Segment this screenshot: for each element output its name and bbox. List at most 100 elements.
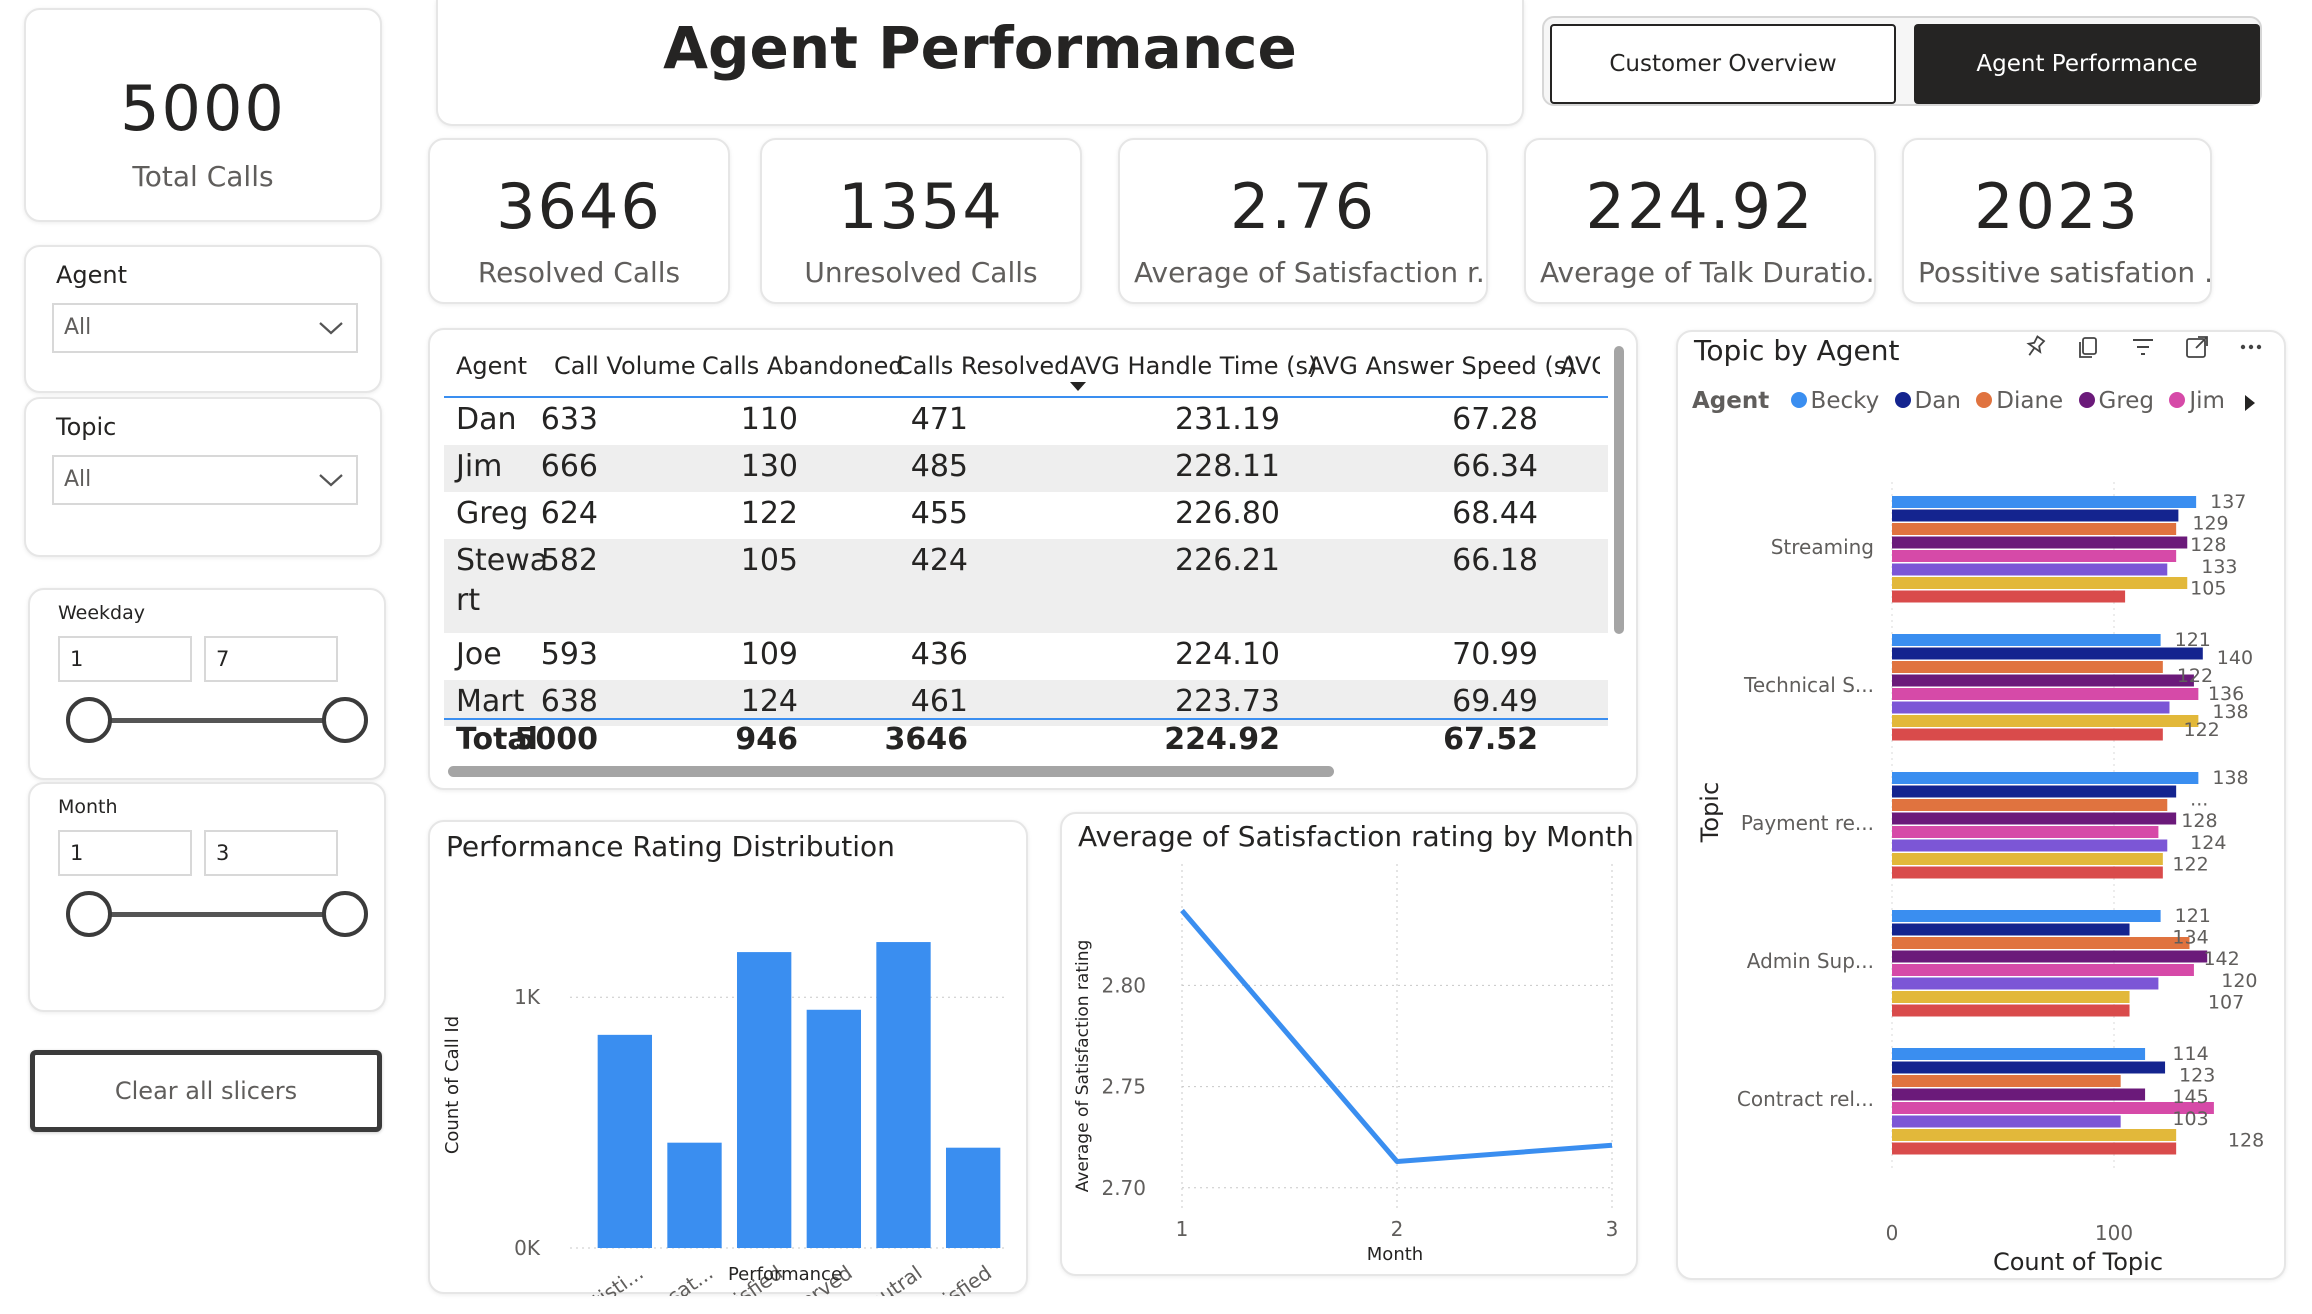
chevron-down-icon <box>319 322 343 335</box>
table-row[interactable]: Joe 593 109 436 224.10 70.99 <box>444 633 1608 680</box>
resolved-calls-card: 3646 Resolved Calls <box>428 138 730 304</box>
x-tick-label: 100 <box>2095 1221 2133 1245</box>
col-avg-answer-speed[interactable]: AVG Answer Speed (s) <box>1308 352 1576 380</box>
cell-agent: Jim <box>456 449 503 484</box>
table-row[interactable]: Stewa rt 582 105 424 226.21 66.18 <box>444 539 1608 633</box>
cell-volume: 593 <box>540 637 598 672</box>
bar <box>1892 812 2177 825</box>
col-calls-abandoned[interactable]: Calls Abandoned <box>702 352 904 380</box>
month-slider-min-handle[interactable] <box>66 891 112 937</box>
topic-chart-card: Topic by Agent Agent Becky Dan Diane Gre… <box>1676 330 2286 1280</box>
positive-satisfaction-label: Possitive satisfation ... <box>1918 256 2210 289</box>
weekday-slider-min-handle[interactable] <box>66 697 112 743</box>
data-label: 128 <box>2190 534 2226 556</box>
data-label: 142 <box>2203 948 2239 970</box>
month-slicer: Month 1 3 <box>28 782 386 1012</box>
month-min-value: 1 <box>70 841 84 865</box>
bar <box>597 1034 653 1248</box>
avg-talk-duration-card: 224.92 Average of Talk Duratio... <box>1524 138 1876 304</box>
data-label: 122 <box>2184 719 2220 741</box>
cell-volume: 624 <box>540 496 598 531</box>
weekday-min-value: 1 <box>70 647 84 671</box>
y-tick-label: Contract rel... <box>1737 1087 1874 1111</box>
bar <box>1892 1061 2166 1074</box>
bar <box>1892 977 2159 990</box>
bar <box>1892 1102 2214 1114</box>
topic-slicer: Topic All <box>24 397 382 557</box>
month-slider-max-handle[interactable] <box>322 891 368 937</box>
data-label: 123 <box>2179 1065 2215 1087</box>
weekday-slider-max-handle[interactable] <box>322 697 368 743</box>
bar <box>876 942 931 1248</box>
bar <box>1892 674 2194 687</box>
vertical-scrollbar[interactable] <box>1614 346 1624 634</box>
resolved-calls-label: Resolved Calls <box>477 256 681 289</box>
cell-resolved: 471 <box>910 402 968 437</box>
cell-agent: Joe <box>456 637 502 672</box>
cell-speed: 67.28 <box>1452 402 1538 437</box>
bar <box>1892 853 2163 865</box>
cell-speed: 69.49 <box>1452 684 1538 719</box>
horizontal-scrollbar[interactable] <box>448 766 1334 777</box>
weekday-slicer-title: Weekday <box>58 602 146 624</box>
table-row[interactable]: Jim 666 130 485 228.11 66.34 <box>444 445 1608 492</box>
table-row[interactable]: Dan 633 110 471 231.19 67.28 <box>444 398 1608 445</box>
cell-agent: Mart <box>456 684 525 719</box>
month-slider-track[interactable] <box>88 912 342 917</box>
x-axis-label: Performance <box>728 1264 842 1285</box>
x-axis-label: Count of Topic <box>1993 1248 2163 1276</box>
bar <box>1892 1088 2146 1101</box>
bar <box>1892 799 2168 811</box>
nav-customer-overview-button[interactable]: Customer Overview <box>1550 24 1896 104</box>
nav-agent-performance-label: Agent Performance <box>1976 51 2198 77</box>
page-title: Agent Performance <box>663 14 1297 82</box>
weekday-max-value: 7 <box>216 647 230 671</box>
avg-talk-duration-label: Average of Talk Duratio... <box>1540 256 1874 289</box>
total-volume: 5000 <box>514 722 599 757</box>
agent-dropdown[interactable]: All <box>52 303 358 353</box>
data-label: 145 <box>2172 1086 2208 1108</box>
col-avg-handle-time[interactable]: AVG Handle Time (s) <box>1070 352 1317 380</box>
positive-satisfaction-card: 2023 Possitive satisfation ... <box>1902 138 2212 304</box>
topic-dropdown[interactable]: All <box>52 455 358 505</box>
y-tick-label: 2.75 <box>1101 1075 1146 1099</box>
data-label: 128 <box>2181 810 2217 832</box>
bar <box>1892 785 2177 798</box>
bar <box>1892 661 2163 673</box>
data-label: 121 <box>2175 905 2211 927</box>
unresolved-calls-card: 1354 Unresolved Calls <box>760 138 1082 304</box>
bar <box>1892 563 2168 576</box>
bar <box>1892 866 2163 879</box>
positive-satisfaction-value: 2023 <box>1974 170 2140 243</box>
weekday-slider-track[interactable] <box>88 718 342 723</box>
bar <box>1892 523 2177 535</box>
total-speed: 67.52 <box>1443 722 1538 757</box>
y-tick-label: 2.70 <box>1101 1176 1146 1200</box>
month-slicer-title: Month <box>58 796 118 818</box>
x-tick-label: 1 <box>1176 1217 1189 1241</box>
month-min-input[interactable]: 1 <box>58 830 192 876</box>
weekday-min-input[interactable]: 1 <box>58 636 192 682</box>
total-calls-label: Total Calls <box>132 160 274 193</box>
cell-volume: 666 <box>540 449 598 484</box>
cell-abandoned: 122 <box>740 496 798 531</box>
col-calls-resolved[interactable]: Calls Resolved <box>896 352 1069 380</box>
cell-agent: Stewa <box>456 543 549 578</box>
col-call-volume[interactable]: Call Volume <box>554 352 696 380</box>
col-agent[interactable]: Agent <box>456 352 527 380</box>
clear-slicers-button[interactable]: Clear all slicers <box>30 1050 382 1132</box>
col-avg[interactable]: AVG <box>1560 352 1600 380</box>
table-row[interactable]: Greg 624 122 455 226.80 68.44 <box>444 492 1608 539</box>
bar <box>1892 1115 2121 1128</box>
agent-dropdown-value: All <box>64 315 92 340</box>
cell-handle: 224.10 <box>1175 637 1280 672</box>
y-tick-label: Admin Sup... <box>1747 949 1874 973</box>
bar <box>806 1009 862 1248</box>
cell-volume: 633 <box>540 402 598 437</box>
cell-abandoned: 110 <box>740 402 798 437</box>
y-tick-label: Payment re... <box>1741 811 1874 835</box>
data-label: 134 <box>2172 927 2208 949</box>
nav-agent-performance-button[interactable]: Agent Performance <box>1914 24 2260 104</box>
weekday-max-input[interactable]: 7 <box>204 636 338 682</box>
month-max-input[interactable]: 3 <box>204 830 338 876</box>
